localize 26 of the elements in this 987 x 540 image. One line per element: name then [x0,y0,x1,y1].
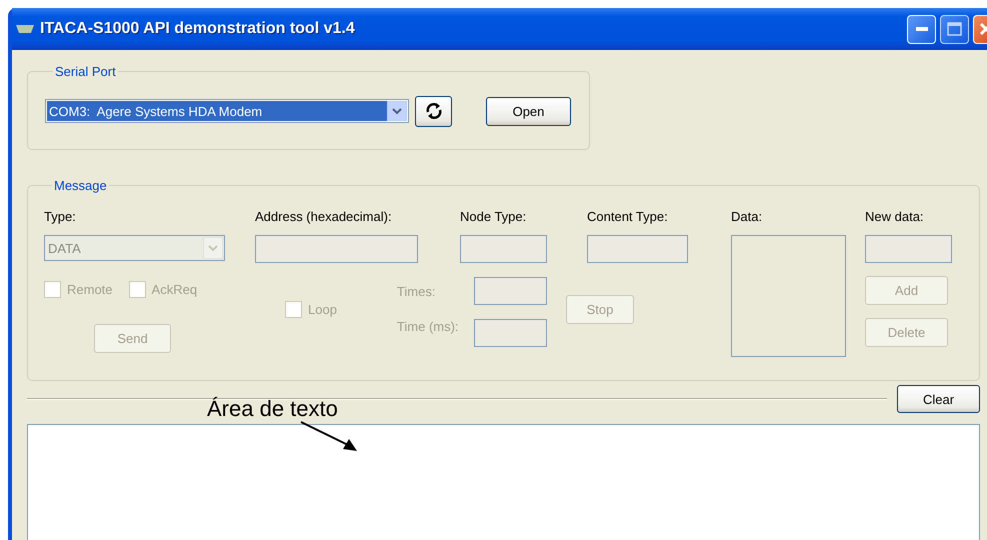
serial-port-icon [16,25,34,33]
refresh-icon [424,102,442,120]
maximize-icon [947,22,962,36]
group-title: Serial Port [54,64,117,79]
refresh-button[interactable] [415,96,452,126]
field-label: Type: [44,209,76,224]
field-label: Node Type: [460,209,526,224]
minimize-icon [916,27,928,31]
window-title: ITACA-S1000 API demonstration tool v1.4 [40,20,355,38]
checkbox-label: Loop [308,302,337,317]
field-label: Content Type: [587,209,668,224]
group-title: Message [53,178,108,193]
clear-button[interactable]: Clear [897,385,980,413]
port-dropdown[interactable]: COM3: Agere Systems HDA Modem [45,99,409,123]
maximize-button[interactable] [940,14,969,44]
field-label: Address (hexadecimal): [255,209,392,224]
field-label: Data: [731,209,762,224]
field-label: Time (ms): [396,319,459,334]
field-label: Times: [396,284,436,299]
field-label: New data: [865,209,924,224]
minimize-button[interactable] [907,14,936,44]
annotation-label: Área de texto [207,396,338,422]
annotation-arrow [300,421,360,453]
open-button[interactable]: Open [486,96,571,126]
checkbox-label: AckReq [152,282,198,297]
checkbox-label: Remote [67,282,113,297]
